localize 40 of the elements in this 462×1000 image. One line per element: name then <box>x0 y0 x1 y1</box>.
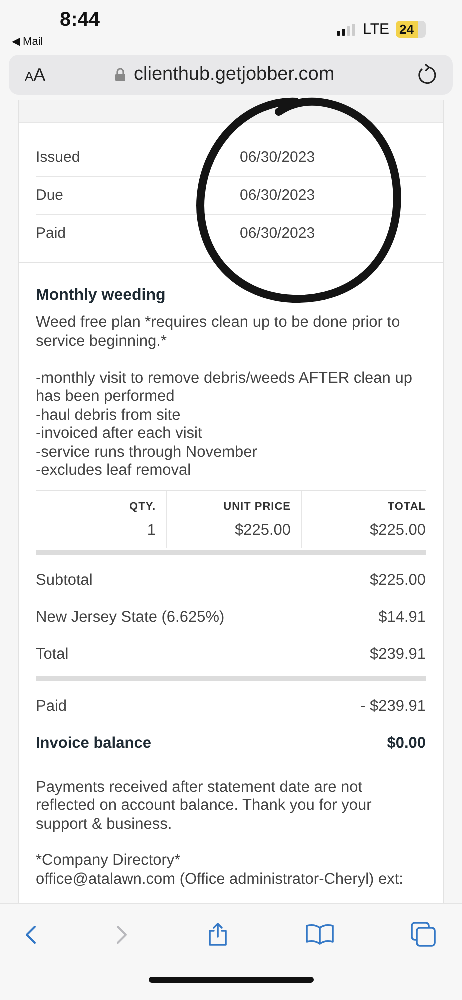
date-label: Due <box>36 187 65 204</box>
column-header: UNIT PRICE <box>166 490 301 516</box>
column-header: QTY. <box>128 500 157 514</box>
total-label: Total <box>36 646 69 664</box>
total-value: $239.91 <box>370 646 426 664</box>
reload-icon[interactable] <box>417 64 437 86</box>
total-label: Subtotal <box>36 572 93 590</box>
lock-icon <box>115 68 126 82</box>
clock-time: 8:44 <box>60 9 100 32</box>
total-value: $14.91 <box>378 609 426 627</box>
balance-value: $0.00 <box>387 735 426 753</box>
table-cell: $225.00 <box>301 516 426 548</box>
table-cell: $225.00 <box>166 516 301 548</box>
signal-icon <box>337 24 358 36</box>
date-value: 06/30/2023 <box>240 225 316 242</box>
date-value: 06/30/2023 <box>240 149 316 166</box>
total-label: New Jersey State (6.625%) <box>36 609 225 627</box>
book-icon[interactable] <box>306 923 334 946</box>
company-directory: *Company Directory* office@atalawn.com (Office administrator-Cheryl) ext: <box>36 852 404 889</box>
date-label: Issued <box>36 149 82 166</box>
back-to-app-link[interactable]: ◀ Mail <box>12 35 44 48</box>
text-size-button[interactable]: AA <box>25 64 115 86</box>
statement-note: Payments received after statement date are not reflected on account balance. Thank you for your support & business. <box>36 778 373 834</box>
back-icon[interactable] <box>24 924 38 946</box>
url-text: clienthub.getjobber.com <box>134 64 335 86</box>
tabs-icon[interactable] <box>411 922 436 947</box>
item-description: Weed free plan *requires clean up to be done prior to service beginning.* -monthly visit to remove debris/weeds AFTER clean up has been performed -haul debris from site -invoiced after each visit -service runs through November -excludes leaf removal <box>36 314 414 480</box>
share-icon[interactable] <box>206 922 228 947</box>
total-label: Paid <box>36 698 68 716</box>
date-value: 06/30/2023 <box>240 187 316 204</box>
table-cell-text: 1 <box>146 520 157 540</box>
network-label: LTE <box>363 21 390 38</box>
address-bar[interactable]: AA clienthub.getjobber.com <box>9 55 453 95</box>
date-label: Paid <box>36 225 68 242</box>
total-value: - $239.91 <box>360 698 426 716</box>
balance-label: Invoice balance <box>36 735 152 753</box>
item-name: Monthly weeding <box>36 287 167 305</box>
total-value: $225.00 <box>370 572 426 590</box>
battery-level: 24 <box>396 21 426 38</box>
column-header: TOTAL <box>301 490 426 516</box>
